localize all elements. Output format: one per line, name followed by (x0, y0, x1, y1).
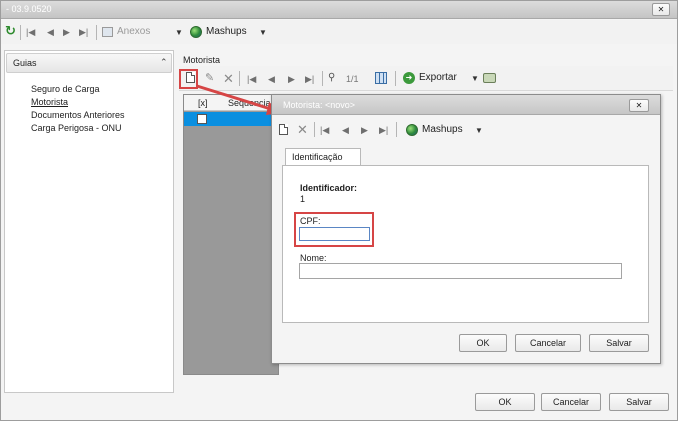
dialog-toolbar-separator (396, 122, 397, 137)
dialog-mashups-button[interactable]: Mashups (422, 123, 463, 137)
dialog-first-record-icon[interactable]: |◀ (320, 124, 329, 136)
identifier-label: Identificador: (300, 183, 358, 193)
tab-identificacao-label: Identificação (292, 152, 343, 162)
dialog-ok-button[interactable]: OK (459, 334, 507, 352)
dialog-title: Motorista: <novo> (283, 100, 356, 110)
dialog-toolbar-separator (314, 122, 315, 137)
name-label: Nome: (300, 253, 327, 263)
dialog-new-record-icon[interactable] (279, 124, 288, 135)
dialog-next-record-icon[interactable]: ▶ (361, 124, 368, 136)
dialog-close-button[interactable]: ✕ (629, 99, 649, 112)
dialog-mashups-globe-icon (406, 124, 418, 136)
identifier-value: 1 (300, 194, 306, 204)
cpf-field-highlight (294, 212, 374, 247)
name-field[interactable] (299, 263, 622, 279)
dialog-cancel-button[interactable]: Cancelar (515, 334, 581, 352)
dialog-save-button[interactable]: Salvar (589, 334, 649, 352)
dialog-last-record-icon[interactable]: ▶| (379, 124, 388, 136)
dialog-mashups-dropdown-icon[interactable]: ▼ (475, 126, 483, 136)
dialog-delete-record-icon[interactable]: ✕ (297, 123, 308, 136)
dialog-previous-record-icon[interactable]: ◀ (342, 124, 349, 136)
